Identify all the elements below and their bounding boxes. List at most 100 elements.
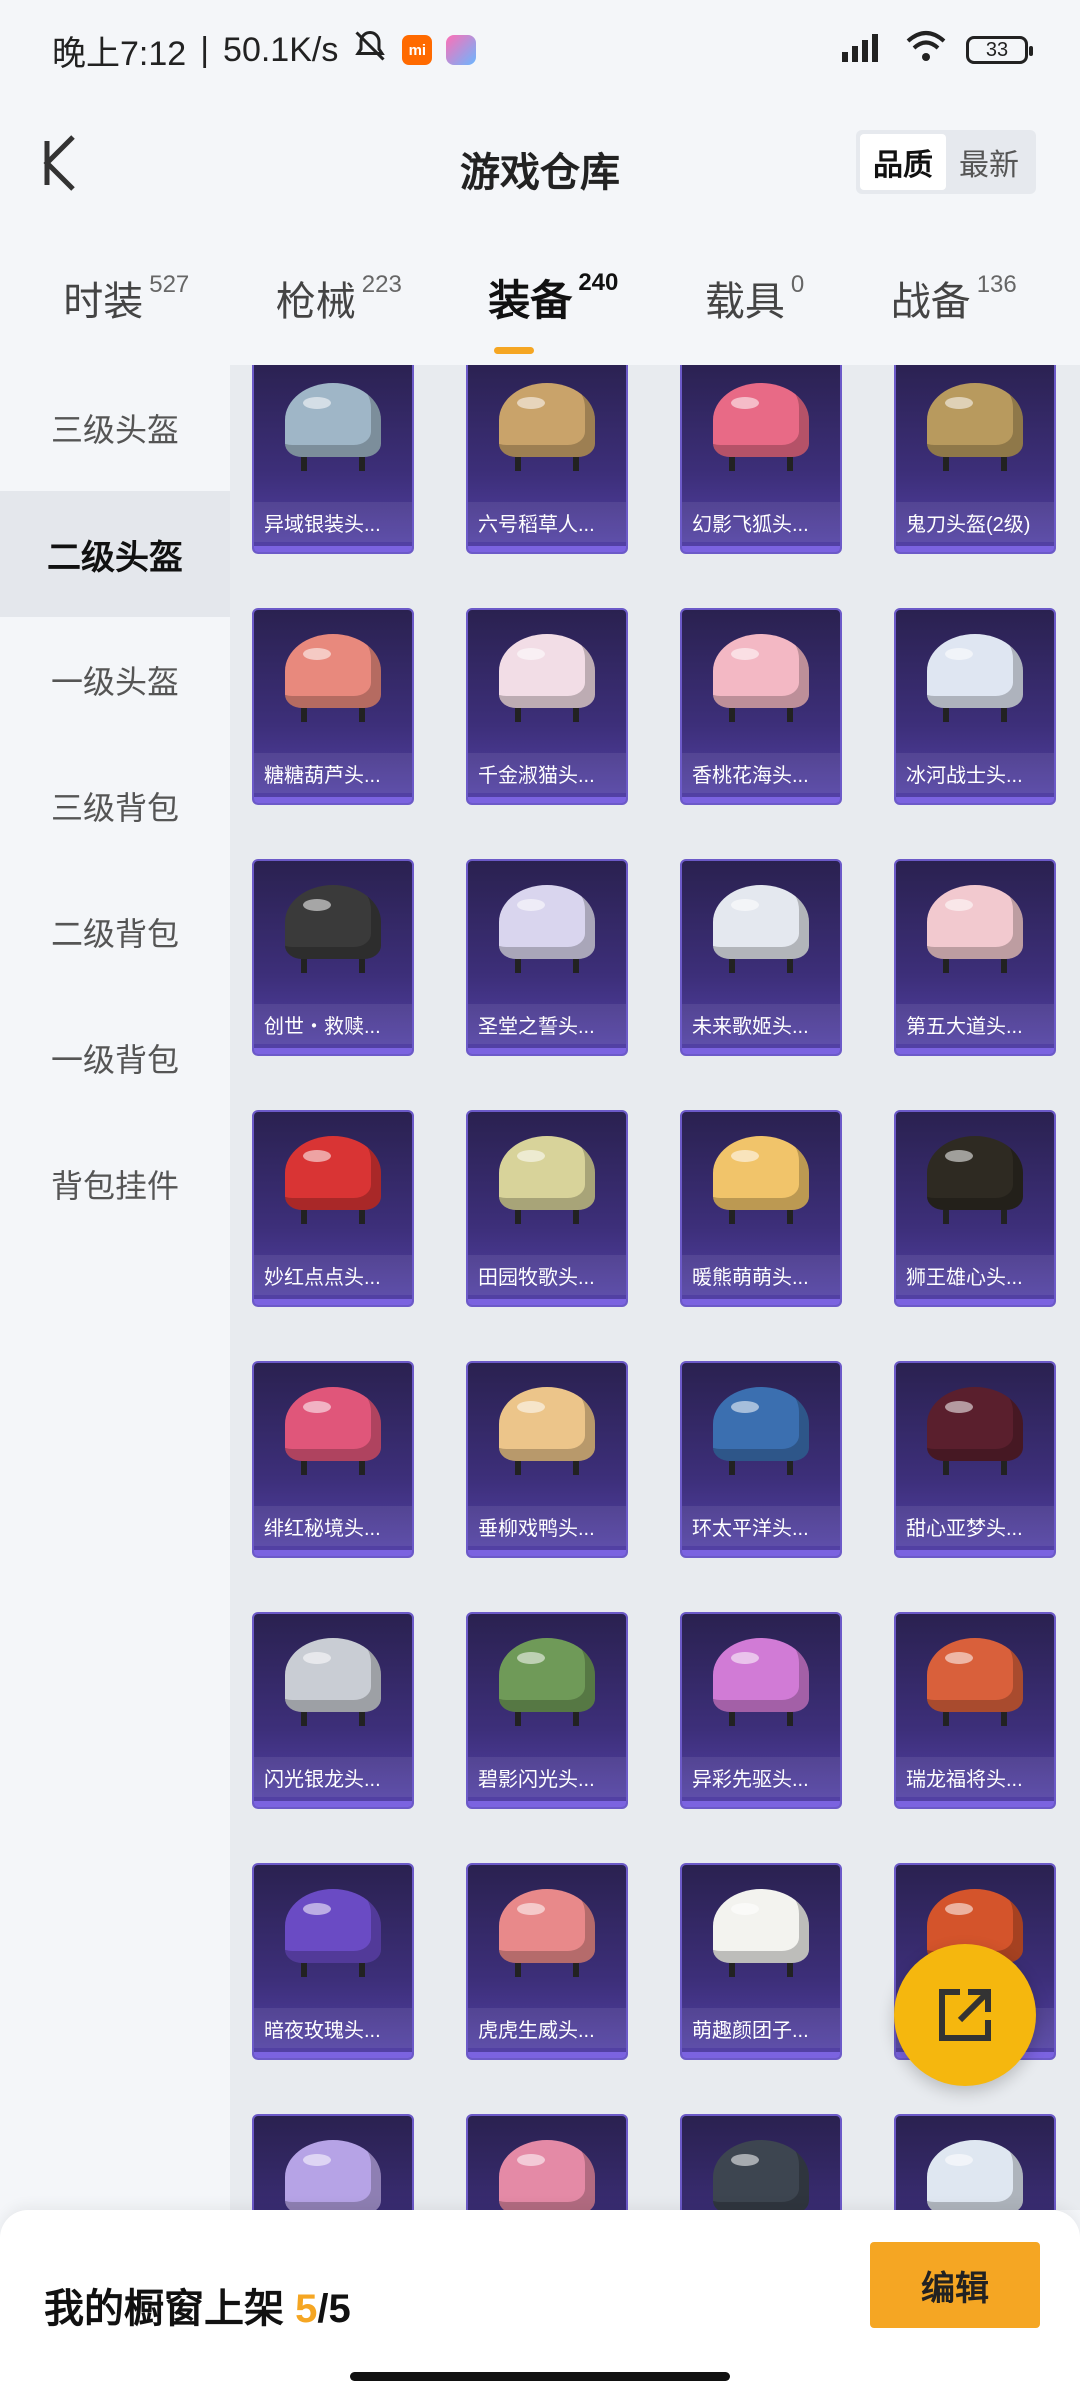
tab-count: 136 bbox=[976, 270, 1017, 298]
item-name: 异域银装头... bbox=[254, 502, 412, 542]
item-name: 冰河战士头... bbox=[896, 753, 1054, 793]
share-icon bbox=[939, 1989, 991, 2041]
sidebar-item-level3-helmet[interactable]: 三级头盔 bbox=[0, 365, 230, 491]
helmet-image bbox=[927, 1136, 1023, 1224]
wifi-icon bbox=[904, 29, 948, 72]
item-card[interactable]: 萌趣颜团子... bbox=[680, 1863, 842, 2060]
tab-label: 装备 bbox=[488, 277, 573, 324]
bottom-bar: 我的橱窗上架 5/5 编辑 bbox=[0, 2210, 1080, 2400]
item-name: 创世・救赎... bbox=[254, 1004, 412, 1044]
item-card[interactable] bbox=[894, 2114, 1056, 2210]
helmet-image bbox=[927, 383, 1023, 471]
sidebar-item-level2-helmet[interactable]: 二级头盔 bbox=[0, 491, 230, 617]
item-card[interactable]: 幻影飞狐头... bbox=[680, 365, 842, 554]
item-card[interactable]: 碧影闪光头... bbox=[466, 1612, 628, 1809]
item-name: 幻影飞狐头... bbox=[682, 502, 840, 542]
share-button[interactable] bbox=[894, 1944, 1036, 2086]
item-card[interactable]: 环太平洋头... bbox=[680, 1361, 842, 1558]
sidebar-item-level1-helmet[interactable]: 一级头盔 bbox=[0, 617, 230, 743]
item-name: 萌趣颜团子... bbox=[682, 2008, 840, 2048]
item-card[interactable]: 田园牧歌头... bbox=[466, 1110, 628, 1307]
item-name: 甜心亚梦头... bbox=[896, 1506, 1054, 1546]
item-grid: 异域银装头... 六号稻草人... 幻影飞狐头... 鬼刀头盔(2级) 糖糖葫芦头...… bbox=[252, 365, 1056, 2210]
item-card[interactable]: 闪光银龙头... bbox=[252, 1612, 414, 1809]
item-name: 千金淑猫头... bbox=[468, 753, 626, 793]
item-card[interactable]: 暗夜玫瑰头... bbox=[252, 1863, 414, 2060]
edit-button[interactable]: 编辑 bbox=[870, 2242, 1040, 2328]
item-name: 未来歌姬头... bbox=[682, 1004, 840, 1044]
item-card[interactable]: 鬼刀头盔(2级) bbox=[894, 365, 1056, 554]
item-card[interactable]: 绯红秘境头... bbox=[252, 1361, 414, 1558]
tab-vehicles[interactable]: 载具 0 bbox=[705, 269, 804, 327]
home-indicator[interactable] bbox=[350, 2372, 730, 2381]
helmet-image bbox=[285, 1387, 381, 1475]
item-card[interactable] bbox=[252, 2114, 414, 2210]
item-card[interactable]: 瑞龙福将头... bbox=[894, 1612, 1056, 1809]
item-card[interactable]: 异域银装头... bbox=[252, 365, 414, 554]
helmet-image bbox=[499, 1387, 595, 1475]
item-card[interactable]: 虎虎生威头... bbox=[466, 1863, 628, 2060]
battery-icon: 33 bbox=[966, 36, 1033, 64]
item-card[interactable]: 狮王雄心头... bbox=[894, 1110, 1056, 1307]
tab-label: 战备 bbox=[890, 279, 971, 324]
helmet-image bbox=[927, 634, 1023, 722]
sort-newest-option[interactable]: 最新 bbox=[946, 134, 1032, 190]
item-name: 暖熊萌萌头... bbox=[682, 1255, 840, 1295]
game-app-icon bbox=[446, 35, 477, 65]
tab-count: 527 bbox=[149, 270, 190, 298]
showcase-total-count: /5 bbox=[317, 2287, 351, 2331]
item-card[interactable]: 冰河战士头... bbox=[894, 608, 1056, 805]
helmet-image bbox=[713, 383, 809, 471]
item-card[interactable]: 香桃花海头... bbox=[680, 608, 842, 805]
item-card[interactable] bbox=[466, 2114, 628, 2210]
item-name: 第五大道头... bbox=[896, 1004, 1054, 1044]
status-speed: 50.1K/s bbox=[223, 30, 339, 69]
item-name: 香桃花海头... bbox=[682, 753, 840, 793]
item-card[interactable]: 甜心亚梦头... bbox=[894, 1361, 1056, 1558]
item-card[interactable] bbox=[680, 2114, 842, 2210]
item-card[interactable]: 第五大道头... bbox=[894, 859, 1056, 1056]
item-card[interactable]: 千金淑猫头... bbox=[466, 608, 628, 805]
item-card[interactable]: 圣堂之誓头... bbox=[466, 859, 628, 1056]
item-name: 暗夜玫瑰头... bbox=[254, 2008, 412, 2048]
item-card[interactable]: 异彩先驱头... bbox=[680, 1612, 842, 1809]
helmet-image bbox=[499, 1889, 595, 1977]
item-name: 田园牧歌头... bbox=[468, 1255, 626, 1295]
helmet-image bbox=[713, 1638, 809, 1726]
helmet-image bbox=[927, 1387, 1023, 1475]
item-card[interactable]: 暖熊萌萌头... bbox=[680, 1110, 842, 1307]
sidebar-item-level1-backpack[interactable]: 一级背包 bbox=[0, 995, 230, 1121]
item-grid-area[interactable]: 异域银装头... 六号稻草人... 幻影飞狐头... 鬼刀头盔(2级) 糖糖葫芦头...… bbox=[230, 365, 1080, 2210]
item-card[interactable]: 未来歌姬头... bbox=[680, 859, 842, 1056]
item-card[interactable]: 创世・救赎... bbox=[252, 859, 414, 1056]
helmet-image bbox=[499, 2140, 595, 2210]
item-name: 异彩先驱头... bbox=[682, 1757, 840, 1797]
sidebar-item-level3-backpack[interactable]: 三级背包 bbox=[0, 743, 230, 869]
showcase-current-count: 5 bbox=[295, 2287, 318, 2331]
item-name: 狮王雄心头... bbox=[896, 1255, 1054, 1295]
item-name: 瑞龙福将头... bbox=[896, 1757, 1054, 1797]
tab-equipment[interactable]: 装备 240 bbox=[488, 267, 618, 354]
tab-gear[interactable]: 战备 136 bbox=[891, 269, 1017, 327]
item-card[interactable]: 妙红点点头... bbox=[252, 1110, 414, 1307]
sidebar-item-level2-backpack[interactable]: 二级背包 bbox=[0, 869, 230, 995]
item-card[interactable]: 垂柳戏鸭头... bbox=[466, 1361, 628, 1558]
sort-toggle[interactable]: 品质 最新 bbox=[856, 130, 1036, 194]
mi-app-icon: mi bbox=[402, 35, 433, 65]
sidebar-item-backpack-charm[interactable]: 背包挂件 bbox=[0, 1121, 230, 1247]
tab-fashion[interactable]: 时装 527 bbox=[63, 269, 189, 327]
item-name: 妙红点点头... bbox=[254, 1255, 412, 1295]
signal-icon bbox=[840, 30, 886, 71]
item-card[interactable]: 六号稻草人... bbox=[466, 365, 628, 554]
helmet-image bbox=[499, 383, 595, 471]
status-bar: 晚上7:12 | 50.1K/s mi 33 bbox=[0, 0, 1080, 100]
status-time: 晚上7:12 bbox=[52, 34, 187, 73]
item-name: 碧影闪光头... bbox=[468, 1757, 626, 1797]
sort-quality-option[interactable]: 品质 bbox=[860, 134, 946, 190]
helmet-image bbox=[285, 1136, 381, 1224]
tab-count: 223 bbox=[361, 270, 402, 298]
helmet-image bbox=[285, 634, 381, 722]
tab-guns[interactable]: 枪械 223 bbox=[276, 269, 402, 327]
helmet-image bbox=[285, 1638, 381, 1726]
item-card[interactable]: 糖糖葫芦头... bbox=[252, 608, 414, 805]
